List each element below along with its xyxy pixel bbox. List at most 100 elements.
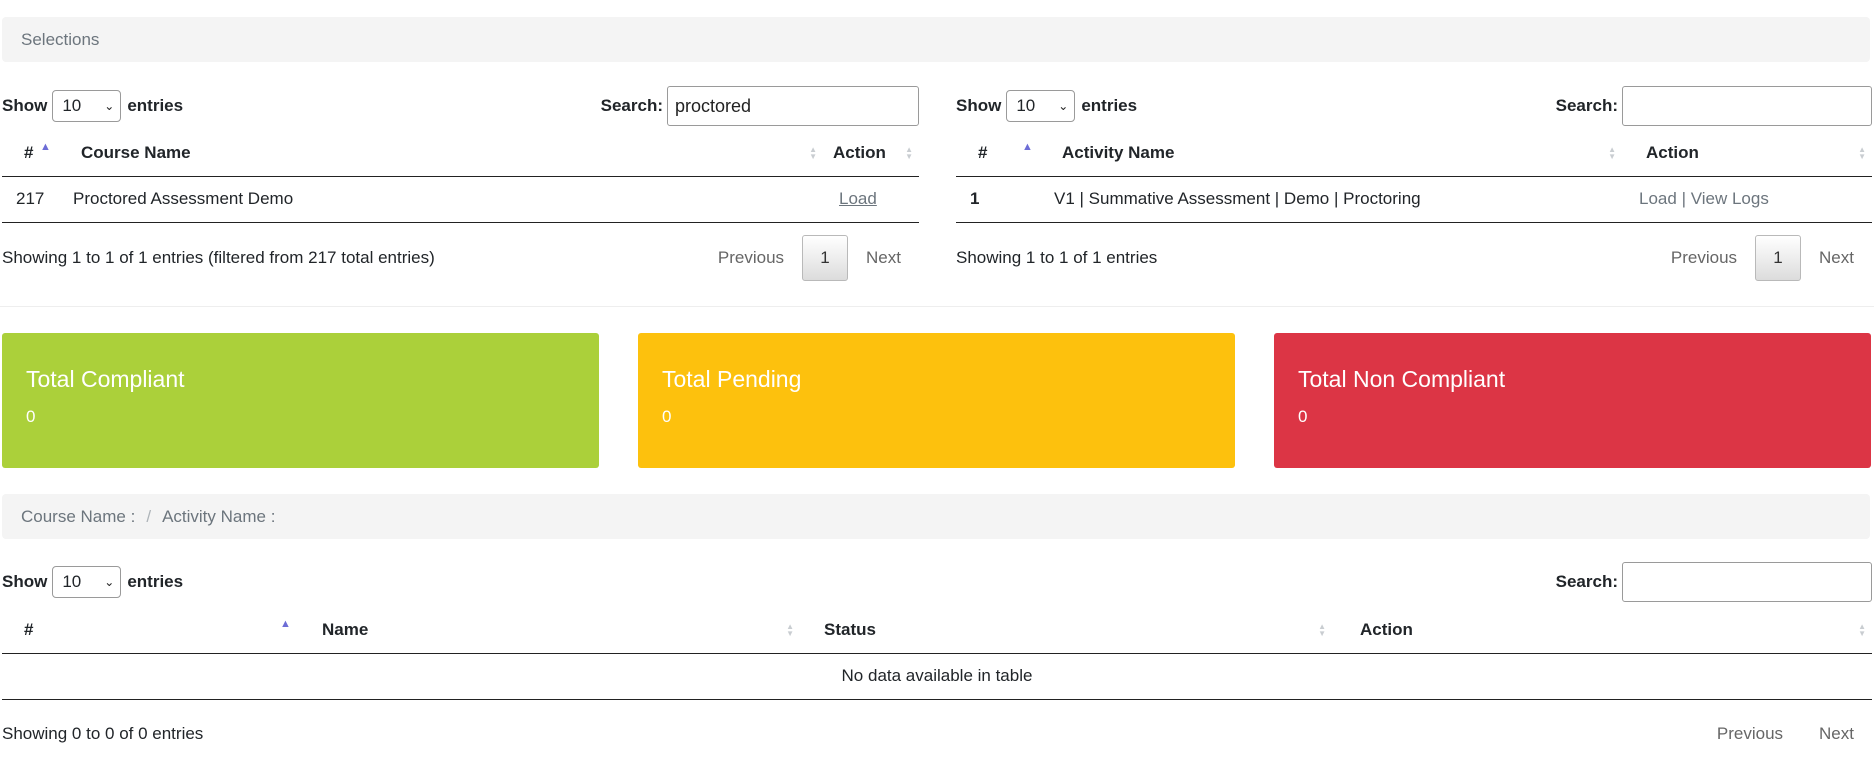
col-num-header[interactable]: # ▲ <box>2 607 298 654</box>
total-pending-card: Total Pending 0 <box>638 333 1235 468</box>
breadcrumb: Course Name : / Activity Name : <box>2 494 1870 539</box>
total-compliant-card: Total Compliant 0 <box>2 333 599 468</box>
course-num-cell: 217 <box>2 176 62 223</box>
next-button[interactable]: Next <box>848 248 919 268</box>
search-label: Search: <box>1555 572 1618 591</box>
col-action-label: Action <box>1646 142 1699 162</box>
course-table-info: Showing 1 to 1 of 1 entries (filtered fr… <box>2 248 435 267</box>
card-title: Total Pending <box>662 366 802 392</box>
page-1-button[interactable]: 1 <box>802 235 849 281</box>
student-table-panel: Show 10 ⌄ entries Search: # ▲ Name ▲ ▼ S… <box>2 562 1872 767</box>
activity-num-cell: 1 <box>956 176 1044 223</box>
course-table: # ▲ Course Name ▲ ▼ Action ▲ ▼ 217 Proct… <box>2 130 919 223</box>
table-row: 1 V1 | Summative Assessment | Demo | Pro… <box>956 176 1872 223</box>
card-title: Total Non Compliant <box>1298 366 1506 392</box>
course-search: Search: proctored <box>601 86 919 126</box>
col-action-header[interactable]: Action ▲ ▼ <box>823 130 919 177</box>
col-num-label: # <box>24 619 34 639</box>
show-label: Show <box>2 96 48 115</box>
activity-action-cell: Load | View Logs <box>1622 176 1872 223</box>
student-table-info: Showing 0 to 0 of 0 entries <box>2 724 204 743</box>
activity-length-control: Show 10 ⌄ entries <box>956 90 1137 122</box>
course-table-panel: Show 10 ⌄ entries Search: proctored # ▲ <box>2 86 919 286</box>
course-pagination: Previous 1 Next <box>700 235 919 281</box>
col-name-label: Name <box>322 619 369 639</box>
entries-label: entries <box>127 572 184 591</box>
page-1-button[interactable]: 1 <box>1755 235 1802 281</box>
col-name-header[interactable]: Name ▲ ▼ <box>298 607 800 654</box>
col-num-label: # <box>978 142 988 162</box>
course-length-select[interactable]: 10 ⌄ <box>52 90 122 122</box>
entries-label: entries <box>1081 96 1138 115</box>
student-table: # ▲ Name ▲ ▼ Status ▲ ▼ Action ▲ ▼ No da… <box>2 607 1872 700</box>
selections-label: Selections <box>21 29 100 49</box>
activity-search-input[interactable] <box>1622 86 1872 126</box>
next-button[interactable]: Next <box>1801 722 1872 746</box>
col-status-header[interactable]: Status ▲ ▼ <box>800 607 1332 654</box>
activity-table-panel: Show 10 ⌄ entries Search: # ▲ Activity N… <box>956 86 1872 286</box>
sort-icon: ▲ ▼ <box>905 144 913 161</box>
course-length-control: Show 10 ⌄ entries <box>2 90 183 122</box>
length-value: 10 <box>62 572 82 591</box>
activity-table-controls: Show 10 ⌄ entries Search: <box>956 86 1872 126</box>
chevron-down-icon: ⌄ <box>1058 99 1069 113</box>
student-search: Search: <box>1556 562 1872 602</box>
card-title: Total Compliant <box>26 366 185 392</box>
previous-button[interactable]: Previous <box>700 248 802 268</box>
student-length-select[interactable]: 10 ⌄ <box>52 566 122 598</box>
length-value: 10 <box>62 96 82 115</box>
action-separator: | <box>1681 189 1686 208</box>
activity-length-select[interactable]: 10 ⌄ <box>1006 90 1076 122</box>
activity-search: Search: <box>1556 86 1872 126</box>
sort-ascending-icon: ▲ <box>1022 141 1033 153</box>
student-pagination: Previous Next <box>1699 722 1872 746</box>
course-table-header: # ▲ Course Name ▲ ▼ Action ▲ ▼ <box>2 130 919 177</box>
col-activity-name-header[interactable]: Activity Name ▲ ▼ <box>1044 130 1622 177</box>
sort-ascending-icon: ▲ <box>40 141 51 153</box>
sort-icon: ▲ ▼ <box>1858 621 1866 638</box>
course-table-controls: Show 10 ⌄ entries Search: proctored <box>2 86 919 126</box>
activity-pagination: Previous 1 Next <box>1653 235 1872 281</box>
previous-button[interactable]: Previous <box>1653 248 1755 268</box>
student-table-controls: Show 10 ⌄ entries Search: <box>2 562 1872 602</box>
total-non-compliant-card: Total Non Compliant 0 <box>1274 333 1871 468</box>
col-action-header[interactable]: Action ▲ ▼ <box>1622 130 1872 177</box>
col-action-header[interactable]: Action ▲ ▼ <box>1332 607 1872 654</box>
card-value: 0 <box>26 407 36 426</box>
load-activity-link[interactable]: Load <box>1639 189 1677 208</box>
show-label: Show <box>956 96 1002 115</box>
chevron-down-icon: ⌄ <box>104 575 115 589</box>
table-row: No data available in table <box>2 653 1872 700</box>
student-search-input[interactable] <box>1622 562 1872 602</box>
breadcrumb-course: Course Name : <box>21 506 136 526</box>
previous-button[interactable]: Previous <box>1699 722 1801 746</box>
col-status-label: Status <box>824 619 876 639</box>
student-table-header: # ▲ Name ▲ ▼ Status ▲ ▼ Action ▲ ▼ <box>2 607 1872 654</box>
sort-icon: ▲ ▼ <box>1608 144 1616 161</box>
col-num-header[interactable]: # ▲ <box>956 130 1044 177</box>
view-logs-link[interactable]: View Logs <box>1691 189 1769 208</box>
sort-icon: ▲ ▼ <box>786 621 794 638</box>
col-action-label: Action <box>833 142 886 162</box>
entries-label: entries <box>127 96 184 115</box>
search-label: Search: <box>600 96 663 115</box>
search-label: Search: <box>1555 96 1618 115</box>
course-name-cell: Proctored Assessment Demo <box>62 176 823 223</box>
student-length-control: Show 10 ⌄ entries <box>2 566 183 598</box>
load-course-link[interactable]: Load <box>839 189 877 208</box>
proctoring-dashboard: Selections Show 10 ⌄ entries Search: pro… <box>0 0 1874 767</box>
col-num-header[interactable]: # ▲ <box>2 130 62 177</box>
length-value: 10 <box>1016 96 1036 115</box>
course-action-cell: Load <box>823 176 919 223</box>
breadcrumb-activity: Activity Name : <box>162 506 276 526</box>
col-action-label: Action <box>1360 619 1413 639</box>
empty-table-message: No data available in table <box>2 653 1872 700</box>
chevron-down-icon: ⌄ <box>104 99 115 113</box>
activity-name-cell: V1 | Summative Assessment | Demo | Proct… <box>1044 176 1622 223</box>
col-course-name-header[interactable]: Course Name ▲ ▼ <box>62 130 823 177</box>
next-button[interactable]: Next <box>1801 248 1872 268</box>
col-course-name-label: Course Name <box>81 142 191 162</box>
course-search-input[interactable]: proctored <box>667 86 919 126</box>
card-value: 0 <box>1298 407 1308 426</box>
sort-ascending-icon: ▲ <box>280 618 291 630</box>
